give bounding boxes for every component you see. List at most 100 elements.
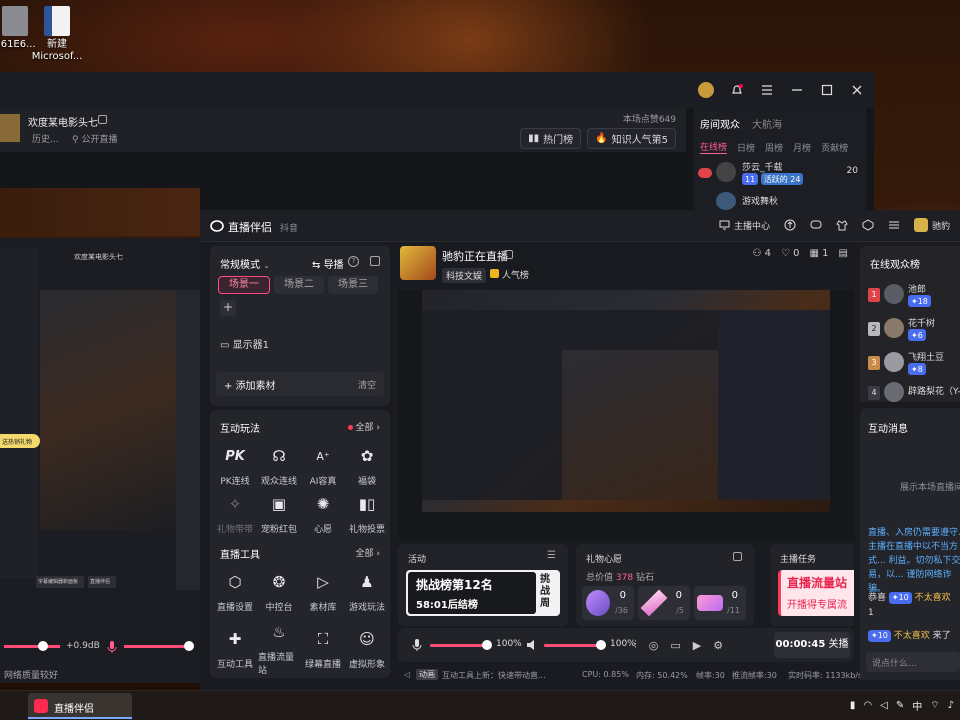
task-banner[interactable]: 直播流量站 开播得专属流 [778,570,854,616]
subtab-month[interactable]: 月榜 [793,141,811,154]
list-item[interactable]: 3 飞翔土豆 ✦ 8 [866,350,960,376]
live-timer-button[interactable]: 00:00:45 关播 [774,632,850,658]
notes-icon[interactable]: ▤ [839,248,848,259]
tool-traffic-station[interactable]: ♨ 直播流量站 [258,620,300,676]
tool-red-packet[interactable]: ▣ 宠粉红包 [258,492,300,535]
list-item[interactable]: 游戏舞秋 [698,192,862,210]
tool-wish[interactable]: ✺ 心愿 [302,492,344,535]
message-item[interactable]: 恭喜 ✦ 10 不太喜欢 1 [868,590,960,618]
minimize-icon[interactable] [790,83,804,97]
subtab-online[interactable]: 在线榜 [700,140,728,154]
subtab-day[interactable]: 日榜 [737,141,755,154]
tool-gift-vote[interactable]: ▮▯ 礼物投票 [346,492,388,535]
activity-banner[interactable]: 挑战榜第12名 58:01后结榜 挑战周 [406,570,560,616]
volume-knob[interactable] [38,641,48,651]
tag-category[interactable]: 科技文娱 [442,268,487,283]
edit-icon[interactable] [504,250,513,259]
tool-control-center[interactable]: ❂ 中控台 [258,570,300,613]
video-icon[interactable]: ▶ [693,639,701,652]
popular-rank-button[interactable]: 🔥 知识人气第5 [587,128,676,149]
tab-room-viewers[interactable]: 房间观众 [700,116,740,131]
interact-all-link[interactable]: 全部 › [347,420,380,433]
subtab-week[interactable]: 周榜 [765,141,783,154]
volume-slider[interactable] [4,645,60,648]
list-item[interactable]: 莎云_千载 11 活跃的 24 20 [698,160,862,188]
menu-icon[interactable]: ☰ [547,550,556,561]
speaker-volume-slider[interactable] [544,644,602,647]
chat-input[interactable]: 说点什么... [866,652,960,672]
tools-all-link[interactable]: 全部 › [356,546,380,559]
tool-green-screen[interactable]: ⛶ 绿幕直播 [302,627,344,670]
mode-select[interactable]: 常规模式 ⌄ [220,256,270,271]
bell-icon[interactable] [730,83,744,97]
close-icon[interactable] [850,83,864,97]
chat-bubble-icon[interactable] [810,219,822,231]
speaker-volume-knob[interactable] [596,640,606,650]
edit-icon[interactable] [733,552,742,561]
shirt-icon[interactable] [836,219,848,231]
camera-switch-icon[interactable]: ◎ [649,639,659,652]
menu-icon[interactable] [888,219,900,231]
mic-knob[interactable] [184,641,194,651]
room-public[interactable]: ⚲ 公开直播 [72,132,117,145]
edit-icon[interactable] [98,115,107,124]
network-icon[interactable]: ◠ [863,700,872,711]
tag-popularity[interactable]: 人气榜 [490,268,529,281]
cube-icon[interactable] [862,219,874,231]
tool-lucky-bag[interactable]: ✿ 福袋 [346,444,388,487]
avatar[interactable] [698,82,714,98]
maximize-icon[interactable] [820,83,834,97]
wish-item[interactable]: 0 /5 [638,586,690,620]
wish-item[interactable]: 0 /36 [582,586,634,620]
gift-tip[interactable]: 送热销礼物 [0,434,40,448]
mic-icon[interactable] [106,640,118,654]
source-item[interactable]: ▭ 显示器1 [220,336,269,351]
screen-icon[interactable]: ▭ [670,639,680,652]
scene-tab-2[interactable]: 场景二 [274,276,324,294]
add-source-button[interactable]: + 添加素材 [224,377,276,392]
speaker-icon[interactable]: ♪ [948,700,954,711]
tool-audience-link[interactable]: ☊ 观众连线 [258,444,300,487]
popout-icon[interactable] [370,256,380,266]
pen-icon[interactable]: ✎ [896,700,904,711]
preview-screen[interactable] [422,290,830,512]
list-item[interactable]: 2 花千树 ✦ 6 [866,316,960,342]
eq-icon[interactable]: ⫶ [634,638,637,652]
add-scene-button[interactable]: + [220,300,236,316]
scene-tab-3[interactable]: 场景三 [328,276,378,294]
desktop-icon-word-doc[interactable]: 新建 Microsof... [28,6,86,63]
volume-icon[interactable]: ◁ [880,700,888,711]
upload-icon[interactable] [784,219,796,231]
nested-tab[interactable]: 字幕编辑器新面板 [36,576,84,588]
list-item[interactable]: 4 辟路梨花（Y- [866,382,960,402]
menu-icon[interactable] [760,83,774,97]
anchor-center-button[interactable]: 主播中心 [719,219,770,232]
list-item[interactable]: 1 池郎 ✦ 18 [866,282,960,308]
viewer-count[interactable]: ⚇ 4 [752,248,771,259]
battery-icon[interactable]: ▮ [850,700,856,711]
clear-button[interactable]: 清空 [358,378,376,391]
tool-interact-tools[interactable]: ✚ 互动工具 [214,627,256,670]
mic-volume-knob[interactable] [482,640,492,650]
wish-item[interactable]: 0 /11 [694,586,746,620]
help-icon[interactable]: ? [348,256,359,267]
tool-live-settings[interactable]: ⬡ 直播设置 [214,570,256,613]
speaker-icon[interactable] [526,638,538,652]
mic-volume-slider[interactable] [430,644,488,647]
tool-avatar[interactable]: ☺ 虚拟形象 [346,627,388,670]
message-item[interactable]: ✦ 10 不太喜欢 来了 [868,628,960,642]
calendar-count[interactable]: ▦ 1 [810,248,829,259]
subtab-contrib[interactable]: 贡献榜 [821,141,848,154]
nested-tab[interactable]: 直播伴侣 [88,576,116,588]
room-history[interactable]: 历史... [32,132,59,145]
guide-button[interactable]: ⇆ 导播 [312,256,344,271]
taskbar-app-button[interactable]: 直播伴侣 [28,693,132,719]
ime-indicator[interactable]: 中 [912,698,922,713]
tab-captain[interactable]: 大航海 [752,116,782,131]
scene-tab-1[interactable]: 场景一 [218,276,270,294]
like-count[interactable]: ♡ 0 [781,248,800,259]
tool-pk[interactable]: PK PK连线 [214,444,256,488]
tool-game[interactable]: ♟ 游戏玩法 [346,570,388,613]
tool-gift-carry[interactable]: ✧ 礼物带带 [214,492,256,535]
settings-icon[interactable]: ⚙ [713,639,723,652]
